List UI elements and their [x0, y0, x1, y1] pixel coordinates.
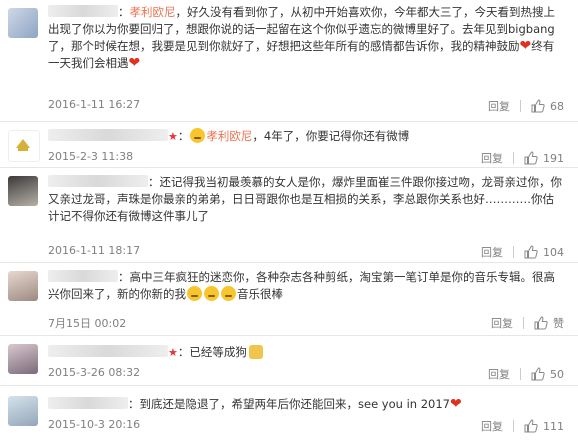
avatar[interactable]	[8, 396, 38, 426]
comment-text: ★： 孝利欧尼，4年了，你要记得你还有微博	[48, 128, 564, 145]
comment-text-segment: 音乐很棒	[237, 287, 283, 301]
smile-emoji-icon	[187, 286, 202, 301]
comment-text-segment: ：	[118, 5, 130, 19]
like-count: 111	[543, 419, 564, 433]
avatar[interactable]	[8, 176, 38, 206]
smile-emoji-icon	[190, 128, 206, 143]
mention-link[interactable]: 孝利欧尼	[206, 129, 252, 143]
reply-button[interactable]: 回复	[481, 418, 503, 434]
avatar[interactable]	[8, 271, 38, 301]
username-blurred[interactable]	[48, 270, 118, 282]
reply-button[interactable]: 回复	[481, 244, 503, 260]
heart-emoji-icon: ❤	[519, 38, 532, 54]
mention-link[interactable]: 孝利欧尼	[130, 5, 176, 19]
comment-item: ：孝利欧尼，好久没有看到你了，从初中开始喜欢你，今年都大三了，今天看到热搜上出现…	[0, 0, 578, 122]
thumb-up-icon[interactable]	[531, 99, 545, 113]
comment-item: ★： 孝利欧尼，4年了，你要记得你还有微博 2015-2-3 11:38 回复 1…	[0, 122, 578, 168]
thumb-up-icon[interactable]	[534, 316, 548, 330]
reply-button[interactable]: 回复	[488, 366, 510, 382]
comment-item: ：高中三年疯狂的迷恋你，各种杂志各种剪纸，淘宝第一笔订单是你的音乐专辑。很高兴你…	[0, 263, 578, 336]
divider	[523, 317, 524, 329]
comment-time: 2015-2-3 11:38	[48, 150, 134, 163]
divider	[513, 152, 514, 164]
comment-item: ：还记得我当初最羡慕的女人是你，爆炸里面崔三件跟你接过吻，龙哥亲过你，你又亲过龙…	[0, 168, 578, 263]
comment-item: ★：已经等成狗 2015-3-26 08:32 回复 50	[0, 336, 578, 386]
comment-time: 2015-3-26 08:32	[48, 366, 141, 379]
username-blurred[interactable]	[48, 129, 168, 141]
star-badge-icon: ★	[168, 130, 178, 143]
smile-emoji-icon	[204, 286, 219, 301]
dog-emoji-icon	[248, 345, 263, 359]
divider	[513, 420, 514, 432]
avatar[interactable]	[8, 344, 38, 374]
thumb-up-icon[interactable]	[524, 245, 538, 259]
comment-text-segment: ，4年了，你要记得你还有微博	[252, 129, 410, 143]
reply-button[interactable]: 回复	[491, 315, 513, 331]
comment-time: 7月15日 00:02	[48, 317, 127, 330]
comment-text-segment: ：已经等成狗	[177, 345, 247, 359]
reply-button[interactable]: 回复	[481, 150, 503, 166]
reply-button[interactable]: 回复	[488, 98, 510, 114]
comment-text: ：到底还是隐退了，希望两年后你还能回来，see you in 2017❤	[48, 396, 564, 413]
username-blurred[interactable]	[48, 175, 148, 187]
comment-time: 2015-10-3 20:16	[48, 418, 141, 431]
thumb-up-icon[interactable]	[531, 367, 545, 381]
heart-emoji-icon: ❤	[128, 55, 141, 71]
comment-time: 2016-1-11 18:17	[48, 244, 141, 257]
avatar[interactable]	[8, 130, 40, 162]
comment-item: ：到底还是隐退了，希望两年后你还能回来，see you in 2017❤ 201…	[0, 386, 578, 442]
like-count: 68	[550, 99, 564, 113]
avatar[interactable]	[8, 8, 38, 38]
comment-time: 2016-1-11 16:27	[48, 98, 141, 111]
smile-emoji-icon	[221, 286, 236, 301]
thumb-up-icon[interactable]	[524, 419, 538, 433]
username-blurred[interactable]	[48, 5, 118, 17]
comment-text-segment: ：到底还是隐退了，希望两年后你还能回来，see you in 2017	[128, 397, 450, 411]
username-blurred[interactable]	[48, 397, 128, 409]
comment-text: ：高中三年疯狂的迷恋你，各种杂志各种剪纸，淘宝第一笔订单是你的音乐专辑。很高兴你…	[48, 269, 564, 303]
like-count: 104	[543, 245, 564, 259]
comment-text: ：还记得我当初最羡慕的女人是你，爆炸里面崔三件跟你接过吻，龙哥亲过你，你又亲过龙…	[48, 174, 564, 225]
comment-text-segment: ：	[177, 129, 190, 143]
comment-text: ★：已经等成狗	[48, 344, 564, 361]
star-badge-icon: ★	[168, 346, 178, 359]
like-count: 赞	[553, 317, 564, 330]
thumb-up-icon[interactable]	[524, 151, 538, 165]
comment-text-segment: ：高中三年疯狂的迷恋你，各种杂志各种剪纸，淘宝第一笔订单是你的音乐专辑。很高兴你…	[48, 270, 555, 301]
divider	[513, 246, 514, 258]
like-count: 191	[543, 151, 564, 165]
heart-emoji-icon: ❤	[450, 396, 462, 412]
divider	[520, 368, 521, 380]
username-blurred[interactable]	[48, 345, 168, 357]
comment-text: ：孝利欧尼，好久没有看到你了，从初中开始喜欢你，今年都大三了，今天看到热搜上出现…	[48, 4, 564, 72]
divider	[520, 100, 521, 112]
like-count: 50	[550, 367, 564, 381]
